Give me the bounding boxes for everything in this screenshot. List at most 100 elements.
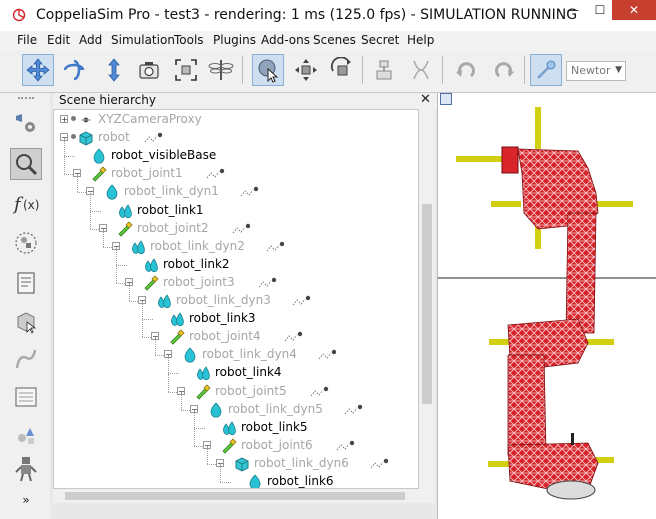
tree-item-label[interactable]: robot_joint1 <box>111 166 183 180</box>
physics-engine-dropdown[interactable]: Newtor ▼ <box>566 61 626 81</box>
menu-add-ons[interactable]: Add-ons <box>261 33 310 47</box>
tree-item-label[interactable]: robot_link3 <box>189 311 256 325</box>
scene-viewport[interactable] <box>437 93 656 519</box>
undo-button[interactable] <box>450 54 482 86</box>
tree-row[interactable]: robot_link6 <box>54 464 418 488</box>
tree-item-label[interactable]: robot_joint5 <box>215 384 287 398</box>
tree-row[interactable]: − robot <box>54 129 418 147</box>
tree-row[interactable]: − robot_link_dyn4 <box>54 337 418 364</box>
script-attached-icon[interactable] <box>291 295 313 307</box>
tree-row[interactable]: robot_link3 <box>54 301 418 328</box>
transfer-dna-button[interactable] <box>405 54 437 86</box>
object-shift-button[interactable] <box>290 54 322 86</box>
path-edit-button[interactable] <box>10 343 42 375</box>
close-panel-button[interactable]: ✕ <box>420 92 431 107</box>
viewport-toggle-button[interactable] <box>440 93 452 105</box>
tree-item-label[interactable]: robot <box>98 130 130 144</box>
tree-row[interactable]: robot_link5 <box>54 409 418 437</box>
tree-row[interactable]: − robot_link_dyn5 <box>54 391 418 419</box>
tree-item-label[interactable]: XYZCameraProxy <box>98 112 202 126</box>
close-window-button[interactable]: ✕ <box>612 0 656 20</box>
tree-item-label[interactable]: robot_link_dyn1 <box>124 184 219 198</box>
collections-button[interactable] <box>10 227 42 259</box>
tree-row[interactable]: − robot_link_dyn2 <box>54 228 418 256</box>
grip-handle[interactable] <box>18 97 34 102</box>
tree-item-label[interactable]: robot_link6 <box>267 474 334 488</box>
tree-row[interactable]: robot_visibleBase <box>54 138 418 165</box>
tree-item-label[interactable]: robot_joint4 <box>189 329 261 343</box>
expand-toggle[interactable]: + <box>60 115 68 124</box>
tree-item-label[interactable]: robot_link4 <box>215 365 282 379</box>
tree-item-label[interactable]: robot_joint3 <box>163 275 235 289</box>
more-icon[interactable]: » <box>18 493 34 507</box>
tree-item-label[interactable]: robot_link_dyn2 <box>150 239 245 253</box>
horizontal-scrollbar[interactable] <box>53 489 435 503</box>
redo-button[interactable] <box>488 54 520 86</box>
script-attached-icon[interactable] <box>257 277 279 289</box>
minimize-button[interactable]: — <box>559 0 587 20</box>
camera-pan-button[interactable] <box>22 54 54 86</box>
tree-item-label[interactable]: robot_link1 <box>137 203 204 217</box>
menu-scenes[interactable]: Scenes <box>313 33 356 47</box>
click-select-button[interactable] <box>252 54 284 86</box>
script-attached-icon[interactable] <box>309 386 331 398</box>
dynamics-toggle-button[interactable] <box>530 54 562 86</box>
object-rotate-button[interactable] <box>326 54 358 86</box>
vertical-scrollbar[interactable] <box>419 109 435 489</box>
tree-row[interactable]: − robot_joint5 <box>54 373 418 401</box>
script-attached-icon[interactable] <box>369 458 391 470</box>
script-attached-icon[interactable] <box>343 404 365 416</box>
camera-angle-button[interactable] <box>133 54 165 86</box>
menu-simulation[interactable]: Simulation <box>111 33 175 47</box>
scene-hierarchy-button[interactable] <box>10 453 42 485</box>
camera-rotate-button[interactable] <box>58 54 90 86</box>
tree-row[interactable]: robot_link1 <box>54 192 418 220</box>
scripts-button[interactable] <box>10 267 42 299</box>
dragonfly-button[interactable] <box>205 54 237 86</box>
menu-add[interactable]: Add <box>79 33 102 47</box>
tree-item-label[interactable]: robot_visibleBase <box>111 148 216 162</box>
menu-secret[interactable]: Secret <box>361 33 399 47</box>
model-browser-button[interactable] <box>10 419 42 451</box>
menu-file[interactable]: File <box>17 33 37 47</box>
script-attached-icon[interactable] <box>239 186 261 198</box>
calculation-modules-button[interactable] <box>10 148 42 180</box>
shape-edit-button[interactable] <box>10 305 42 337</box>
menu-edit[interactable]: Edit <box>47 33 70 47</box>
script-attached-icon[interactable] <box>283 331 305 343</box>
tree-row[interactable]: robot_link2 <box>54 246 418 274</box>
scene-hierarchy-tree[interactable]: + XYZCameraProxy − robot robot_visibleBase − r… <box>53 109 419 489</box>
menu-tools[interactable]: Tools <box>174 33 204 47</box>
tree-row[interactable]: − robot_joint1 <box>54 156 418 183</box>
tree-row[interactable]: − robot_joint3 <box>54 264 418 292</box>
maximize-button[interactable]: ☐ <box>586 0 614 20</box>
menu-help[interactable]: Help <box>407 33 434 47</box>
tree-row[interactable]: − robot_joint2 <box>54 210 418 238</box>
menu-plugins[interactable]: Plugins <box>213 33 256 47</box>
tree-item-label[interactable]: robot_joint6 <box>241 438 313 452</box>
script-attached-icon[interactable] <box>335 440 357 452</box>
fit-to-view-button[interactable] <box>170 54 202 86</box>
tree-item-label[interactable]: robot_link_dyn4 <box>202 347 297 361</box>
object-properties-button[interactable] <box>10 107 42 139</box>
tree-item-label[interactable]: robot_link_dyn3 <box>176 293 271 307</box>
tree-row[interactable]: − robot_joint6 <box>54 427 418 455</box>
script-attached-icon[interactable] <box>143 132 165 144</box>
script-attached-icon[interactable] <box>205 168 227 180</box>
tree-row[interactable]: robot_link4 <box>54 355 418 382</box>
tree-item-label[interactable]: robot_link2 <box>163 257 230 271</box>
tree-item-label[interactable]: robot_link5 <box>241 420 308 434</box>
selection-button[interactable] <box>10 381 42 413</box>
tree-item-label[interactable]: robot_link_dyn6 <box>254 456 349 470</box>
tree-item-label[interactable]: robot_link_dyn5 <box>228 402 323 416</box>
tree-row[interactable]: + XYZCameraProxy <box>54 111 418 129</box>
tree-row[interactable]: − robot_link_dyn3 <box>54 283 418 310</box>
script-attached-icon[interactable] <box>265 241 287 253</box>
script-attached-icon[interactable] <box>317 349 339 361</box>
tree-row[interactable]: − robot_link_dyn6 <box>54 445 418 473</box>
script-attached-icon[interactable] <box>231 223 253 235</box>
tree-item-label[interactable]: robot_joint2 <box>137 221 209 235</box>
scrollbar-thumb[interactable] <box>422 204 432 404</box>
assemble-button[interactable] <box>368 54 400 86</box>
camera-shift-button[interactable] <box>98 54 130 86</box>
